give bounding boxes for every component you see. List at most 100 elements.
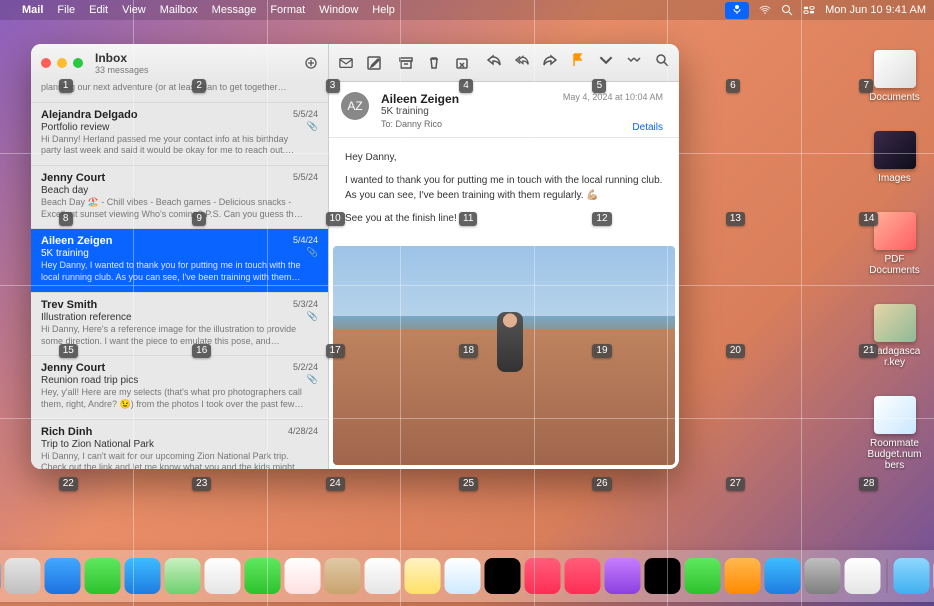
dock-safari[interactable] — [45, 558, 81, 594]
dock-numbers[interactable] — [685, 558, 721, 594]
dock-settings[interactable] — [805, 558, 841, 594]
reading-pane: AZ Aileen Zeigen 5K training To: Danny R… — [329, 44, 679, 469]
dock-stocks[interactable] — [645, 558, 681, 594]
desktop-pdf-documents[interactable]: PDF Documents — [867, 212, 922, 276]
mail-toolbar — [329, 44, 679, 82]
junk-icon[interactable] — [455, 56, 469, 70]
desktop-images[interactable]: Images — [867, 131, 922, 184]
message-from: Aileen Zeigen — [41, 235, 318, 247]
dock-facetime[interactable] — [245, 558, 281, 594]
dock-tv[interactable] — [485, 558, 521, 594]
message-from: Alejandra Delgado — [41, 109, 318, 121]
sort-icon[interactable] — [304, 56, 318, 70]
message-preview: Beach Day 🏖️ - Chill vibes - Beach games… — [41, 197, 318, 220]
close-button[interactable] — [41, 58, 51, 68]
overflow-icon[interactable] — [627, 53, 641, 67]
menubar: Mail File Edit View Mailbox Message Form… — [0, 0, 934, 20]
dock-appstore[interactable] — [765, 558, 801, 594]
message-from: Jenny Court — [41, 362, 318, 374]
archive-icon[interactable] — [399, 56, 413, 70]
message-from: Rich Dinh — [41, 426, 318, 438]
grid-number: 27 — [726, 477, 745, 491]
dock-keynote[interactable] — [725, 558, 761, 594]
attachment-icon: 📎 — [307, 311, 318, 322]
control-center-icon[interactable] — [803, 4, 815, 16]
message-preview: Hi Danny! Herland passed me your contact… — [41, 134, 318, 157]
message-list[interactable]: planning our next adventure (or at least… — [31, 82, 328, 469]
envelope-icon[interactable] — [339, 56, 353, 70]
dock-launchpad[interactable] — [5, 558, 41, 594]
menu-view[interactable]: View — [122, 4, 146, 16]
desktop-madagascar-key[interactable]: Madagascar.key — [867, 304, 922, 368]
desktop-documents[interactable]: Documents — [867, 50, 922, 103]
dock-finder[interactable] — [0, 558, 1, 594]
dock-news[interactable] — [565, 558, 601, 594]
dock-maps[interactable] — [165, 558, 201, 594]
message-row[interactable]: Rich Dinh4/28/24Trip to Zion National Pa… — [31, 420, 328, 469]
dock-music[interactable] — [525, 558, 561, 594]
message-row[interactable]: Trev Smith5/3/24Illustration reference📎H… — [31, 293, 328, 356]
trash-icon[interactable] — [427, 56, 441, 70]
mail-sidebar: Inbox 33 messages planning our next adve… — [31, 44, 329, 469]
dock-contacts[interactable] — [325, 558, 361, 594]
message-date: 5/2/24 — [293, 362, 318, 372]
reply-all-icon[interactable] — [515, 53, 529, 67]
menu-format[interactable]: Format — [270, 4, 305, 16]
message-subject: 5K training — [41, 248, 318, 259]
dock-photos[interactable] — [205, 558, 241, 594]
mic-icon[interactable] — [725, 2, 749, 19]
reply-icon[interactable] — [487, 53, 501, 67]
dock-notes[interactable] — [405, 558, 441, 594]
menu-window[interactable]: Window — [319, 4, 358, 16]
message-date: 5/5/24 — [293, 172, 318, 182]
app-name[interactable]: Mail — [22, 4, 43, 16]
message-subject: Beach day — [41, 185, 318, 196]
fullscreen-button[interactable] — [73, 58, 83, 68]
menu-help[interactable]: Help — [372, 4, 395, 16]
dock-messages[interactable] — [85, 558, 121, 594]
message-subject: Reunion road trip pics — [41, 375, 318, 386]
menu-mailbox[interactable]: Mailbox — [160, 4, 198, 16]
desktop-icons: Documents Images PDF Documents Madagasca… — [867, 50, 922, 471]
message-preview: planning our next adventure (or at least… — [41, 82, 318, 94]
dock-separator — [887, 559, 888, 593]
spotlight-icon[interactable] — [781, 4, 793, 16]
wifi-icon[interactable] — [759, 4, 771, 16]
mailbox-title: Inbox — [95, 51, 149, 65]
message-preview: Hi Danny, Here's a reference image for t… — [41, 324, 318, 347]
forward-icon[interactable] — [543, 53, 557, 67]
message-row[interactable]: Alejandra Delgado5/5/24Portfolio review📎… — [31, 103, 328, 166]
message-row[interactable]: Aileen Zeigen5/4/245K training📎Hey Danny… — [31, 229, 328, 292]
menu-edit[interactable]: Edit — [89, 4, 108, 16]
dock-freeform[interactable] — [445, 558, 481, 594]
compose-icon[interactable] — [367, 56, 381, 70]
dock-mail[interactable] — [125, 558, 161, 594]
attachment-image[interactable] — [333, 246, 675, 465]
avatar: AZ — [341, 92, 369, 120]
search-icon[interactable] — [655, 53, 669, 67]
clock[interactable]: Mon Jun 10 9:41 AM — [825, 4, 926, 16]
dock-podcasts[interactable] — [605, 558, 641, 594]
details-link[interactable]: Details — [632, 122, 663, 133]
menu-file[interactable]: File — [57, 4, 75, 16]
dock-iphone[interactable] — [845, 558, 881, 594]
minimize-button[interactable] — [57, 58, 67, 68]
grid-number: 25 — [459, 477, 478, 491]
grid-number: 20 — [726, 344, 745, 358]
grid-number: 28 — [859, 477, 878, 491]
desktop-roommate-budget[interactable]: Roommate Budget.numbers — [867, 396, 922, 471]
dock-downloads[interactable] — [894, 558, 930, 594]
message-date: 4/28/24 — [288, 426, 318, 436]
message-from: Jenny Court — [41, 172, 318, 184]
chevron-down-icon[interactable] — [599, 53, 613, 67]
menu-message[interactable]: Message — [212, 4, 257, 16]
message-row[interactable]: planning our next adventure (or at least… — [31, 82, 328, 103]
dock-reminders[interactable] — [365, 558, 401, 594]
grid-number: 26 — [592, 477, 611, 491]
message-row[interactable]: Jenny Court5/2/24Reunion road trip pics📎… — [31, 356, 328, 419]
flag-icon[interactable] — [571, 53, 585, 72]
message-row[interactable]: Jenny Court5/5/24 Beach dayBeach Day 🏖️ -… — [31, 166, 328, 229]
message-body: Hey Danny, I wanted to thank you for put… — [329, 138, 679, 246]
message-subject: Illustration reference — [41, 312, 318, 323]
dock-calendar[interactable] — [285, 558, 321, 594]
